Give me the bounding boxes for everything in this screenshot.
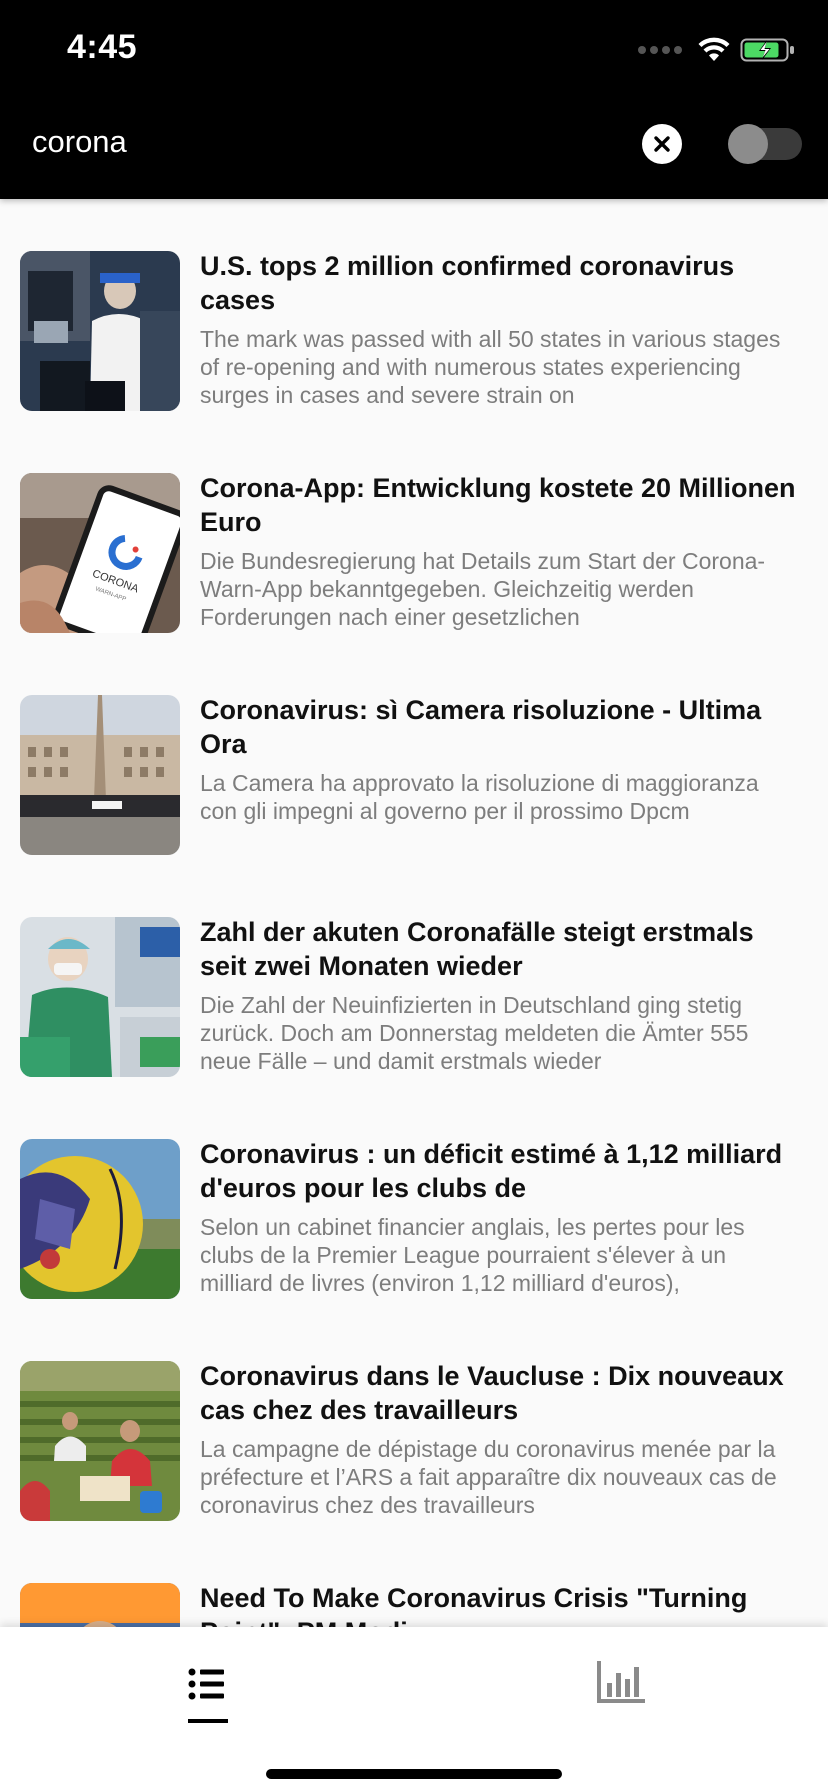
article-title: U.S. tops 2 million confirmed coronaviru… xyxy=(200,251,735,315)
article-thumbnail xyxy=(20,1139,180,1299)
article-summary: Die Zahl der Neuinfizierten in Deutschla… xyxy=(200,992,749,1074)
home-indicator xyxy=(266,1769,562,1779)
clear-search-button[interactable] xyxy=(642,124,682,164)
news-item[interactable]: U.S. tops 2 million confirmed coronaviru… xyxy=(0,199,828,421)
close-icon xyxy=(654,136,670,152)
article-title: Corona-App: Entwicklung kostete 20 Milli… xyxy=(200,473,796,537)
article-summary: Selon un cabinet financier anglais, les … xyxy=(200,1214,745,1296)
article-summary: The mark was passed with all 50 states i… xyxy=(200,326,781,408)
bar-chart-icon xyxy=(597,1661,645,1703)
article-summary: La Camera ha approvato la risoluzione di… xyxy=(200,770,759,824)
article-thumbnail xyxy=(20,917,180,1077)
search-input[interactable]: corona xyxy=(32,124,127,160)
article-thumbnail xyxy=(20,695,180,855)
news-list: U.S. tops 2 million confirmed coronaviru… xyxy=(0,199,828,1627)
article-summary: Die Bundesregierung hat Details zum Star… xyxy=(200,548,766,630)
article-title: Coronavirus: sì Camera risoluzione - Ult… xyxy=(200,695,762,759)
article-title: Need To Make Coronavirus Crisis "Turning… xyxy=(200,1583,748,1627)
bottom-tab-bar xyxy=(0,1627,828,1792)
tab-statistics[interactable] xyxy=(592,1657,650,1707)
news-item[interactable]: CORONA WARN-APP Corona-App: Entwicklung … xyxy=(0,421,828,643)
article-thumbnail xyxy=(20,1361,180,1521)
article-title: Coronavirus : un déficit estimé à 1,12 m… xyxy=(200,1139,783,1203)
battery-icon xyxy=(740,38,794,62)
article-title: Coronavirus dans le Vaucluse : Dix nouve… xyxy=(200,1361,784,1425)
news-item[interactable]: Need To Make Coronavirus Crisis "Turning… xyxy=(0,1531,828,1627)
filter-toggle[interactable] xyxy=(728,124,802,164)
news-item[interactable]: Coronavirus: sì Camera risoluzione - Ult… xyxy=(0,643,828,865)
toggle-knob xyxy=(728,124,768,164)
cellular-signal-icon xyxy=(638,46,682,54)
article-title: Zahl der akuten Coronafälle steigt erstm… xyxy=(200,917,754,981)
article-summary: La campagne de dépistage du coronavirus … xyxy=(200,1436,777,1518)
list-icon xyxy=(188,1668,224,1700)
article-thumbnail xyxy=(20,1583,180,1627)
selected-tab-indicator xyxy=(188,1719,228,1723)
app-header: 4:45 corona xyxy=(0,0,828,199)
news-item[interactable]: Coronavirus dans le Vaucluse : Dix nouve… xyxy=(0,1309,828,1531)
news-item[interactable]: Zahl der akuten Coronafälle steigt erstm… xyxy=(0,865,828,1087)
status-time: 4:45 xyxy=(67,28,138,66)
wifi-icon xyxy=(698,37,730,61)
article-thumbnail xyxy=(20,251,180,411)
status-icons xyxy=(638,36,796,64)
news-item[interactable]: Coronavirus : un déficit estimé à 1,12 m… xyxy=(0,1087,828,1309)
article-thumbnail: CORONA WARN-APP xyxy=(20,473,180,633)
tab-news-list[interactable] xyxy=(180,1657,234,1737)
